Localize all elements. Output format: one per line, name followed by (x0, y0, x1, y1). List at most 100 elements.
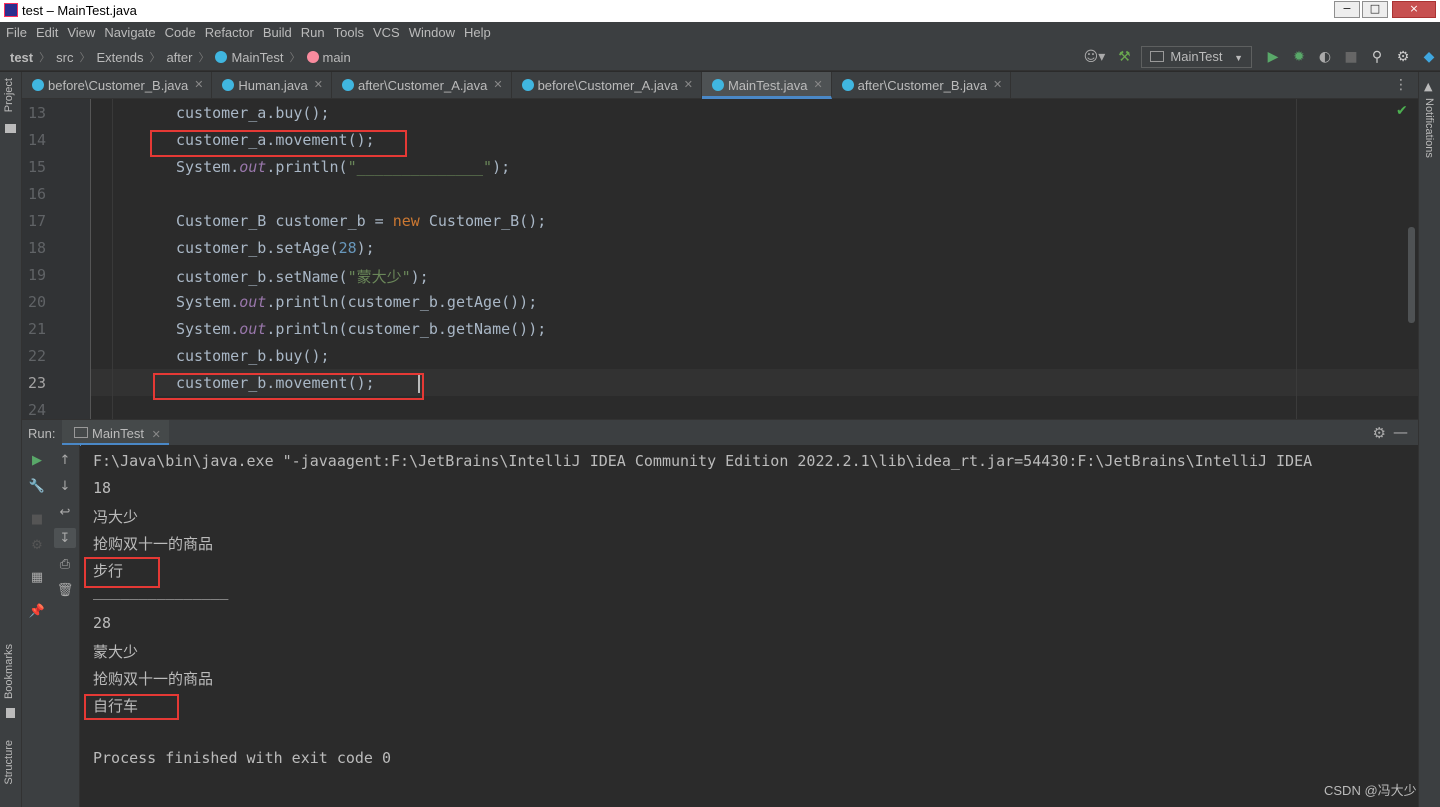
inspection-ok-icon[interactable]: ✔ (1396, 103, 1408, 119)
code-text: .println(customer_b.getName()); (266, 320, 547, 338)
tab-before-customer-a[interactable]: before\Customer_A.java ✕ (512, 72, 702, 99)
line-number: 17 (27, 212, 46, 230)
maximize-button[interactable]: □ (1362, 1, 1388, 18)
breadcrumb-src[interactable]: src (56, 50, 73, 65)
layout-icon[interactable]: ▦ (26, 567, 48, 587)
print-icon[interactable]: ⎙ (54, 554, 76, 574)
bookmarks-tool-button[interactable]: Bookmarks (3, 644, 15, 699)
breadcrumb: test 〉 src 〉 Extends 〉 after 〉 MainTest … (10, 49, 351, 65)
menu-refactor[interactable]: Refactor (201, 22, 259, 43)
menu-vcs[interactable]: VCS (369, 22, 405, 43)
breadcrumb-project[interactable]: test (10, 50, 33, 65)
search-icon[interactable]: ⚲ (1366, 46, 1388, 68)
close-icon[interactable]: ✕ (314, 78, 323, 91)
class-icon (222, 79, 235, 91)
arrow-down-icon[interactable]: ↓ (54, 476, 76, 496)
debug-icon[interactable]: ✹ (1288, 46, 1310, 68)
stop-icon[interactable]: ■ (1340, 46, 1362, 68)
soft-wrap-icon[interactable]: ↩ (54, 502, 76, 522)
hammer-icon[interactable]: ⚒ (1113, 46, 1135, 68)
stop-icon[interactable]: ■ (26, 509, 48, 529)
coverage-icon[interactable]: ◐ (1314, 46, 1336, 68)
tab-label: before\Customer_B.java (48, 78, 189, 93)
run-icon[interactable]: ▶ (1262, 46, 1284, 68)
gear-icon[interactable]: ⚙ (1373, 424, 1386, 442)
line-number: 13 (27, 104, 46, 122)
minimize-panel-icon[interactable]: — (1393, 423, 1408, 441)
code-text: customer_b.setAge( (176, 239, 339, 257)
code-editor[interactable]: 13 14 15 16 17 18 19 20 21 22 23 24 cust… (22, 99, 1418, 419)
gear-icon[interactable]: ⚙ (1392, 46, 1414, 68)
console-output[interactable]: F:\Java\bin\java.exe "-javaagent:F:\JetB… (81, 445, 1418, 807)
code-field: out (239, 158, 267, 176)
code-text: ); (492, 158, 511, 176)
close-window-button[interactable]: × (1392, 1, 1436, 18)
chevron-down-icon: ▼ (1234, 53, 1243, 63)
tab-human[interactable]: Human.java ✕ (212, 72, 332, 99)
trash-icon[interactable]: 🗑 (54, 580, 76, 600)
kill-process-icon[interactable]: ⚙ (26, 535, 48, 555)
menu-view[interactable]: View (63, 22, 100, 43)
more-vertical-icon[interactable]: ⋮ (1394, 77, 1408, 93)
close-icon[interactable]: ✕ (152, 429, 161, 441)
run-panel-header: Run: MainTest ✕ ⚙ — (22, 419, 1418, 446)
editor-scrollbar[interactable] (1408, 227, 1415, 323)
close-icon[interactable]: ✕ (493, 78, 502, 91)
tab-label: before\Customer_A.java (537, 78, 678, 93)
run-toolbar-primary: ▶ 🔧 ■ ⚙ ▦ 📌 (22, 445, 50, 807)
highlight-box (84, 694, 179, 720)
jetbrains-logo-icon[interactable]: ◆ (1418, 46, 1440, 68)
console-line: 28 (93, 614, 112, 632)
class-icon (215, 51, 228, 63)
run-tab-maintest[interactable]: MainTest ✕ (62, 420, 169, 446)
structure-tool-button[interactable]: Structure (3, 740, 15, 785)
close-icon[interactable]: ✕ (194, 78, 203, 91)
menu-navigate[interactable]: Navigate (100, 22, 160, 43)
watermark: CSDN @冯大少 (1324, 783, 1417, 798)
menu-help[interactable]: Help (460, 22, 496, 43)
tab-maintest[interactable]: MainTest.java ✕ (701, 72, 832, 99)
highlight-box (84, 557, 160, 588)
notifications-tool-button[interactable]: Notifications (1423, 98, 1435, 158)
tab-before-customer-b[interactable]: before\Customer_B.java ✕ (22, 72, 213, 99)
close-icon[interactable]: ✕ (993, 78, 1002, 91)
close-icon[interactable]: ✕ (813, 78, 822, 91)
menu-code[interactable]: Code (161, 22, 201, 43)
arrow-up-icon[interactable]: ↑ (54, 450, 76, 470)
pin-icon[interactable]: 📌 (26, 601, 48, 621)
scroll-to-end-icon[interactable]: ↧ (54, 528, 76, 548)
menu-build[interactable]: Build (259, 22, 297, 43)
code-line: customer_b.setName("蒙大少"); (176, 266, 429, 287)
code-line: customer_b.setAge(28); (176, 239, 375, 257)
tab-after-customer-a[interactable]: after\Customer_A.java ✕ (332, 72, 512, 99)
tab-after-customer-b[interactable]: after\Customer_B.java ✕ (832, 72, 1012, 99)
breadcrumb-extends[interactable]: Extends (96, 50, 143, 65)
code-keyword: new (392, 212, 420, 230)
breadcrumb-after[interactable]: after (166, 50, 192, 65)
breadcrumb-main[interactable]: main (323, 50, 351, 65)
menu-edit[interactable]: Edit (32, 22, 63, 43)
menu-file[interactable]: File (2, 22, 32, 43)
highlight-box (150, 130, 407, 157)
menu-tools[interactable]: Tools (330, 22, 369, 43)
wrench-icon[interactable]: 🔧 (26, 476, 48, 496)
code-line: Customer_B customer_b = new Customer_B()… (176, 212, 546, 230)
run-toolbar-secondary: ↑ ↓ ↩ ↧ ⎙ 🗑 (50, 445, 80, 807)
breadcrumb-maintest[interactable]: MainTest (231, 50, 283, 65)
rerun-icon[interactable]: ▶ (26, 450, 48, 470)
close-icon[interactable]: ✕ (684, 78, 693, 91)
line-number: 21 (27, 320, 46, 338)
menu-bar: File Edit View Navigate Code Refactor Bu… (0, 22, 1440, 43)
line-number: 24 (27, 401, 46, 419)
code-text: System. (176, 158, 240, 176)
class-icon (521, 79, 534, 91)
run-configuration-label: MainTest (1170, 49, 1223, 64)
minimize-button[interactable]: − (1334, 1, 1360, 18)
menu-run[interactable]: Run (297, 22, 330, 43)
code-text: .println( (266, 158, 348, 176)
user-icon[interactable]: ☺▾ (1079, 46, 1109, 68)
class-icon (342, 79, 354, 91)
run-configuration-select[interactable]: MainTest ▼ (1141, 46, 1252, 68)
menu-window[interactable]: Window (405, 22, 460, 43)
project-tool-button[interactable]: Project (3, 78, 15, 112)
